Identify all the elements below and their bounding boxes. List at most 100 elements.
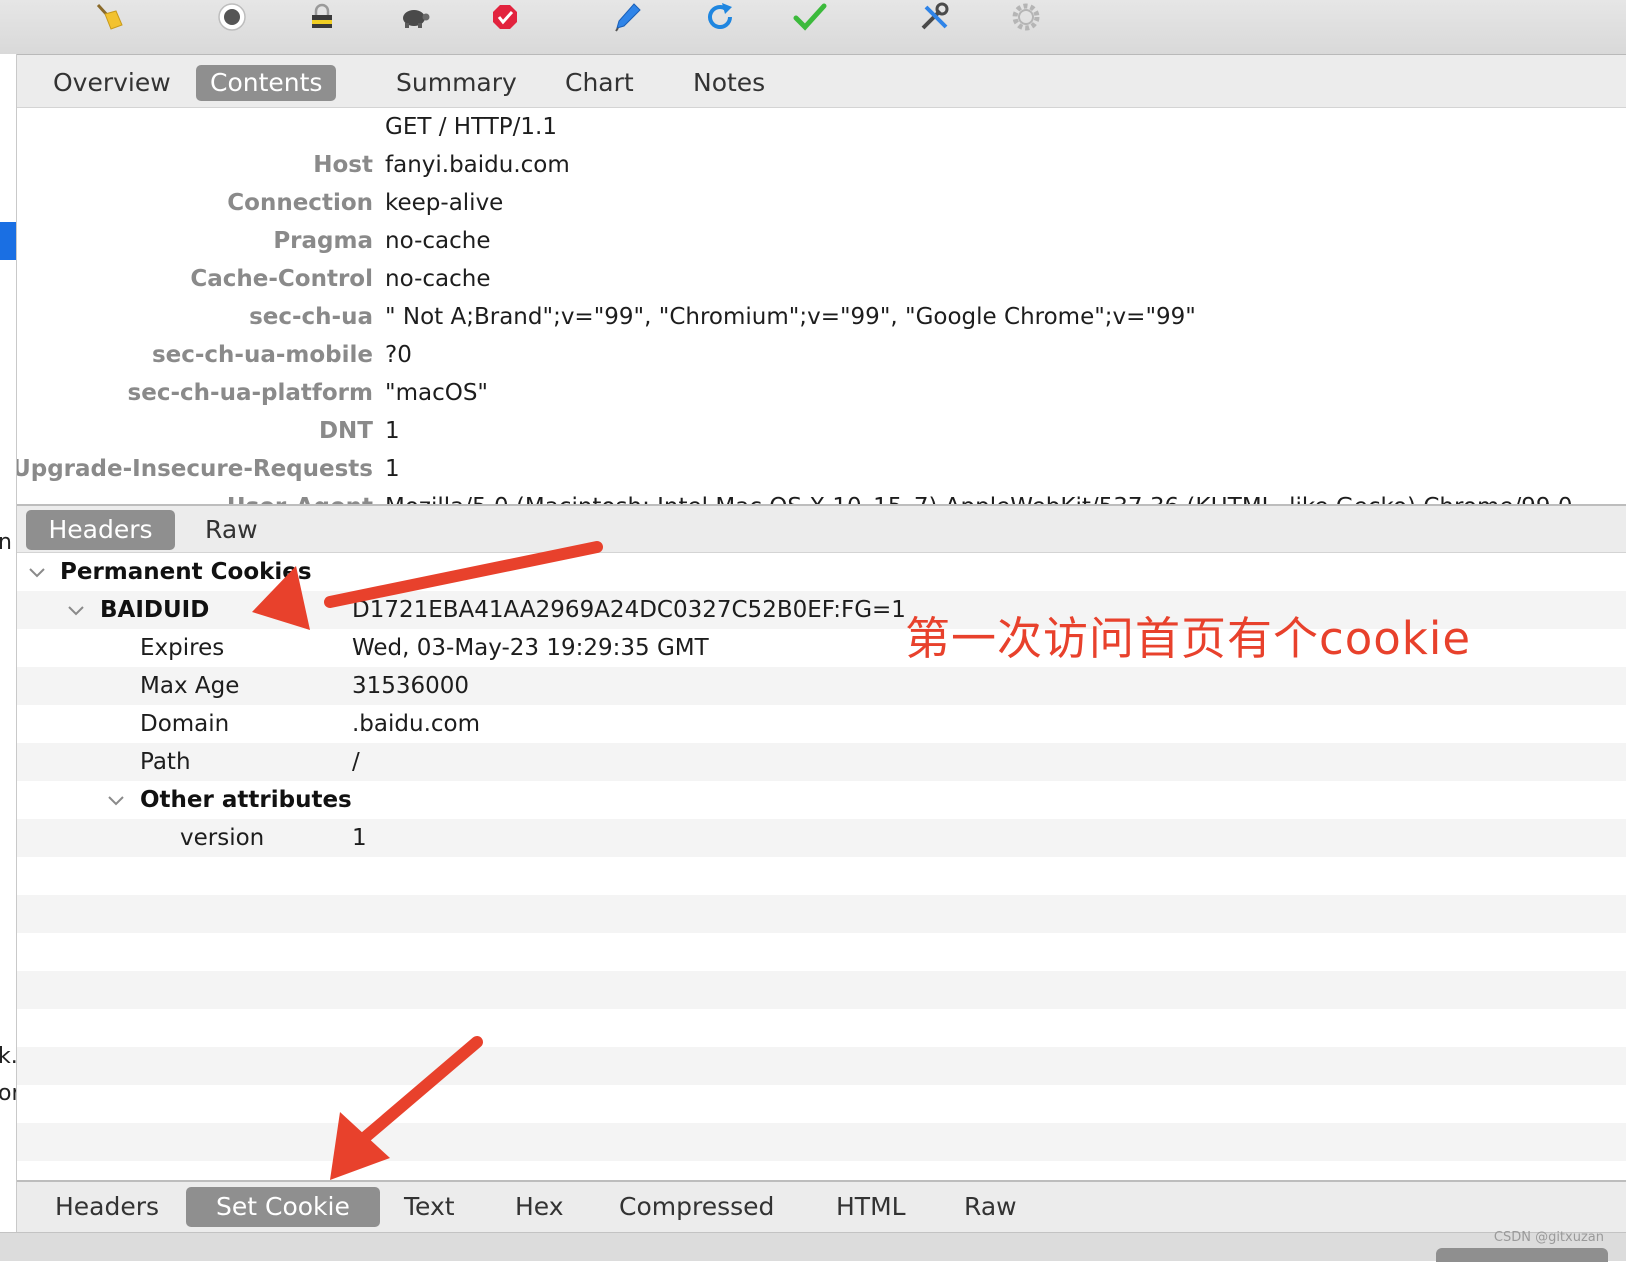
session-list-edge[interactable]: n k. om — [0, 54, 17, 1234]
header-key: DNT — [318, 418, 373, 444]
pen-icon[interactable] — [608, 0, 648, 34]
header-value: "macOS" — [385, 380, 489, 406]
header-key: sec-ch-ua-platform — [127, 380, 373, 406]
header-row: DNT 1 — [17, 412, 1626, 450]
header-value: 1 — [385, 456, 400, 482]
header-row: sec-ch-ua-platform "macOS" — [17, 374, 1626, 412]
tab-overview[interactable]: Overview — [39, 65, 185, 101]
tree-row-attribute[interactable]: Max Age 31536000 — [17, 667, 1626, 705]
tab-hex[interactable]: Hex — [501, 1187, 578, 1227]
other-attributes-label: Other attributes — [140, 787, 352, 813]
tab-headers[interactable]: Headers — [26, 510, 175, 550]
stop-sign-icon[interactable] — [485, 0, 525, 34]
header-key: Pragma — [273, 228, 373, 254]
status-bar — [0, 1232, 1626, 1261]
tab-raw[interactable]: Raw — [191, 510, 272, 550]
tree-row-empty — [17, 895, 1626, 933]
tools-icon[interactable] — [915, 0, 955, 34]
attribute-value: .baidu.com — [352, 711, 481, 737]
tree-row-empty — [17, 1123, 1626, 1161]
header-key: Upgrade-Insecure-Requests — [17, 456, 373, 482]
tree-row-empty — [17, 933, 1626, 971]
check-icon[interactable] — [790, 0, 830, 34]
chevron-down-icon[interactable] — [105, 781, 127, 819]
tree-row-attribute[interactable]: Domain .baidu.com — [17, 705, 1626, 743]
request-line-row: GET / HTTP/1.1 — [17, 108, 1626, 146]
request-headers-pane[interactable]: GET / HTTP/1.1 Host fanyi.baidu.com Conn… — [17, 108, 1626, 504]
header-key: sec-ch-ua — [249, 304, 373, 330]
header-row: sec-ch-ua-mobile ?0 — [17, 336, 1626, 374]
header-value: fanyi.baidu.com — [385, 152, 570, 178]
attribute-key: Expires — [140, 635, 225, 661]
header-row: Connection keep-alive — [17, 184, 1626, 222]
tree-row-empty — [17, 1009, 1626, 1047]
chevron-down-icon[interactable] — [65, 591, 87, 629]
header-key: Host — [313, 152, 373, 178]
header-row: Host fanyi.baidu.com — [17, 146, 1626, 184]
tree-row-empty — [17, 1047, 1626, 1085]
attribute-key: Max Age — [140, 673, 240, 699]
attribute-value: 31536000 — [352, 673, 470, 699]
tree-row-attribute[interactable]: version 1 — [17, 819, 1626, 857]
sidebar-text-fragment: n — [0, 530, 12, 555]
header-value: 1 — [385, 418, 400, 444]
header-value: keep-alive — [385, 190, 504, 216]
chevron-down-icon[interactable] — [26, 553, 48, 591]
tree-row-empty — [17, 857, 1626, 895]
header-row: User-Agent Mozilla/5.0 (Macintosh; Intel… — [17, 488, 1626, 504]
tab-headers[interactable]: Headers — [41, 1187, 173, 1227]
header-value: no-cache — [385, 228, 491, 254]
broom-icon[interactable] — [89, 0, 129, 34]
sidebar-text-fragment: om — [0, 1081, 16, 1106]
tab-set-cookie[interactable]: Set Cookie — [186, 1187, 380, 1227]
tree-row-permanent-cookies[interactable]: Permanent Cookies — [17, 553, 1626, 591]
attribute-value: 1 — [352, 825, 367, 851]
refresh-icon[interactable] — [700, 0, 740, 34]
cookie-value: D1721EBA41AA2969A24DC0327C52B0EF:FG=1 — [352, 597, 906, 623]
attribute-key: Domain — [140, 711, 230, 737]
attribute-value: Wed, 03-May-23 19:29:35 GMT — [352, 635, 709, 661]
header-value: ?0 — [385, 342, 412, 368]
header-key: Connection — [227, 190, 373, 216]
header-key: Cache-Control — [190, 266, 373, 292]
header-row: sec-ch-ua " Not A;Brand";v="99", "Chromi… — [17, 298, 1626, 336]
sidebar-text-fragment: k. — [0, 1044, 16, 1069]
header-row: Cache-Control no-cache — [17, 260, 1626, 298]
response-format-tabs: Headers Set Cookie Text Hex Compressed H… — [17, 1180, 1626, 1232]
tree-row-empty — [17, 1085, 1626, 1123]
header-row: Upgrade-Insecure-Requests 1 — [17, 450, 1626, 488]
selected-session-indicator — [0, 222, 16, 260]
tab-raw[interactable]: Raw — [950, 1187, 1031, 1227]
inspector-tabs: Overview Contents Summary Chart Notes — [17, 55, 1626, 108]
cookie-name: BAIDUID — [100, 597, 210, 623]
tab-compressed[interactable]: Compressed — [605, 1187, 788, 1227]
header-value: Mozilla/5.0 (Macintosh; Intel Mac OS X 1… — [385, 488, 1573, 504]
watermark: CSDN @gitxuzan — [1493, 1230, 1604, 1245]
tab-notes[interactable]: Notes — [679, 65, 779, 101]
attribute-value: / — [352, 749, 360, 775]
tree-row-empty — [17, 971, 1626, 1009]
tree-row-attribute[interactable]: Path / — [17, 743, 1626, 781]
tab-contents[interactable]: Contents — [196, 65, 337, 101]
header-row: Pragma no-cache — [17, 222, 1626, 260]
annotation-text: 第一次访问首页有个cookie — [905, 612, 1472, 665]
attribute-key: Path — [140, 749, 191, 775]
request-line: GET / HTTP/1.1 — [385, 114, 557, 140]
tree-row-other-attributes[interactable]: Other attributes — [17, 781, 1626, 819]
header-value: " Not A;Brand";v="99", "Chromium";v="99"… — [385, 304, 1196, 330]
lock-icon[interactable] — [302, 0, 342, 34]
response-view-tabs: Headers Raw — [17, 506, 1626, 553]
tab-html[interactable]: HTML — [822, 1187, 920, 1227]
tab-text[interactable]: Text — [390, 1187, 469, 1227]
record-icon[interactable] — [212, 0, 252, 34]
attribute-key: version — [180, 825, 265, 851]
tab-chart[interactable]: Chart — [551, 65, 648, 101]
header-key: User-Agent — [227, 488, 373, 504]
tab-summary[interactable]: Summary — [382, 65, 531, 101]
header-value: no-cache — [385, 266, 491, 292]
gear-icon[interactable] — [1006, 0, 1046, 34]
turtle-icon[interactable] — [394, 0, 434, 34]
toolbar — [0, 0, 1626, 55]
cookie-group-label: Permanent Cookies — [60, 559, 312, 585]
header-key: sec-ch-ua-mobile — [151, 342, 373, 368]
